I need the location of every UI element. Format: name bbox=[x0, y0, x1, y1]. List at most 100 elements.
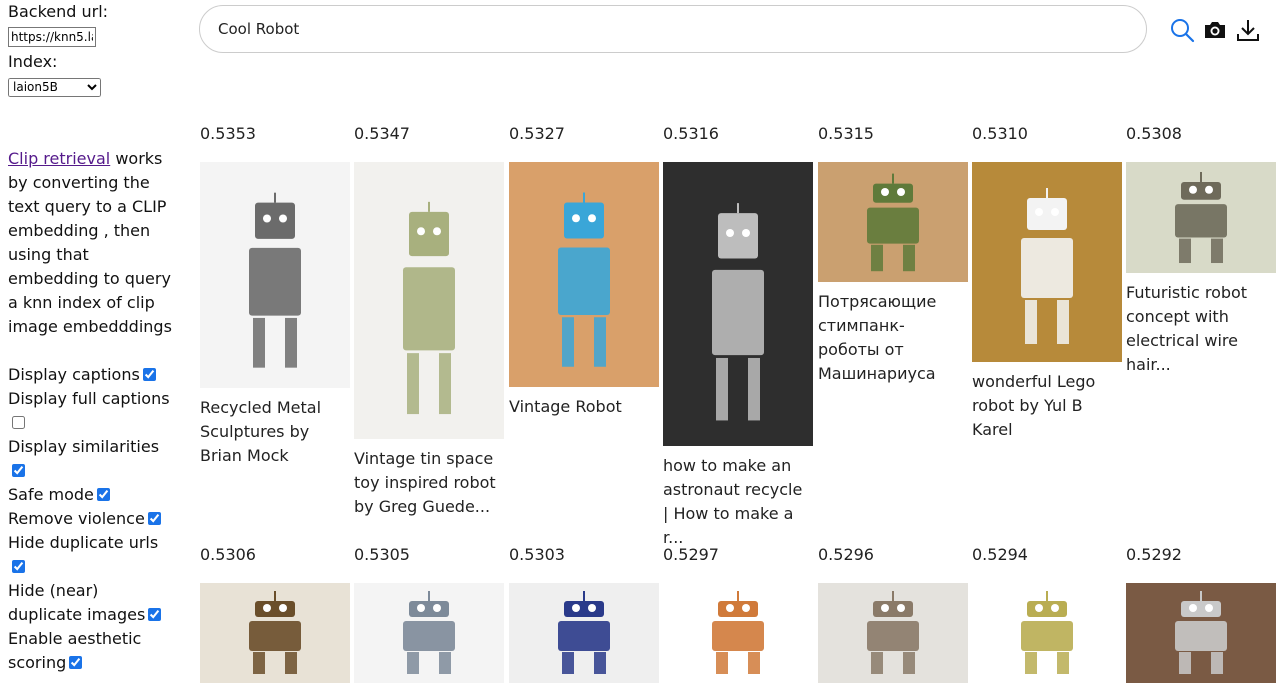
robot-image bbox=[818, 162, 968, 282]
result-image[interactable] bbox=[509, 162, 659, 387]
robot-image bbox=[354, 162, 504, 439]
similarity-score: 0.5297 bbox=[663, 545, 719, 564]
result-image[interactable] bbox=[972, 162, 1122, 362]
camera-icon[interactable] bbox=[1202, 17, 1228, 43]
option-hide-duplicate-urls: Hide duplicate urls bbox=[8, 531, 173, 555]
index-label: Index: bbox=[8, 52, 58, 71]
display-full-captions-row bbox=[8, 411, 173, 435]
result-card: 0.5305 bbox=[354, 543, 506, 683]
option-remove-violence: Remove violence bbox=[8, 507, 173, 531]
index-select[interactable]: laion5B bbox=[8, 77, 101, 97]
display-similarities-checkbox[interactable] bbox=[12, 464, 25, 477]
result-card: 0.5292 bbox=[1126, 543, 1278, 683]
result-card: 0.5306 bbox=[200, 543, 352, 683]
search-bar bbox=[199, 5, 1147, 53]
remove-violence-checkbox[interactable] bbox=[147, 512, 161, 525]
robot-image bbox=[818, 583, 968, 683]
safe-mode-label: Safe mode bbox=[8, 485, 94, 504]
result-image[interactable] bbox=[509, 583, 659, 683]
result-card: 0.5347 Vintage tin space toy inspired ro… bbox=[354, 122, 506, 516]
similarity-score: 0.5294 bbox=[972, 545, 1028, 564]
similarity-score: 0.5308 bbox=[1126, 124, 1182, 143]
result-caption: Recycled Metal Sculptures by Brian Mock bbox=[200, 398, 322, 465]
result-caption: how to make an astronaut recycle | How t… bbox=[663, 456, 803, 547]
option-display-similarities: Display similarities bbox=[8, 435, 173, 459]
result-image[interactable] bbox=[818, 583, 968, 683]
display-full-captions-checkbox[interactable] bbox=[12, 416, 25, 429]
result-card: 0.5315 Потрясающие стимпанк-роботы от Ма… bbox=[818, 122, 970, 383]
display-similarities-label: Display similarities bbox=[8, 437, 160, 456]
hide-duplicate-urls-row bbox=[8, 555, 173, 579]
robot-image bbox=[509, 583, 659, 683]
description: Clip retrieval works by converting the t… bbox=[8, 147, 173, 339]
option-display-full-captions: Display full captions bbox=[8, 387, 173, 411]
similarity-score: 0.5303 bbox=[509, 545, 565, 564]
result-image[interactable] bbox=[354, 583, 504, 683]
option-enable-aesthetic: Enable aesthetic bbox=[8, 627, 173, 651]
result-card: 0.5294 bbox=[972, 543, 1124, 683]
enable-aesthetic-label-2: scoring bbox=[8, 653, 67, 672]
result-caption: Vintage tin space toy inspired robot by … bbox=[354, 449, 496, 516]
robot-image bbox=[200, 583, 350, 683]
similarity-score: 0.5310 bbox=[972, 124, 1028, 143]
similarity-score: 0.5296 bbox=[818, 545, 874, 564]
hide-near-duplicates-label-1: Hide (near) bbox=[8, 581, 99, 600]
robot-image bbox=[1126, 583, 1276, 683]
similarity-score: 0.5305 bbox=[354, 545, 410, 564]
display-captions-checkbox[interactable] bbox=[142, 368, 156, 381]
result-card: 0.5296 bbox=[818, 543, 970, 683]
option-hide-near-duplicates-2: duplicate images bbox=[8, 603, 173, 627]
options-list: Display captions Display full captions D… bbox=[8, 363, 173, 675]
similarity-score: 0.5315 bbox=[818, 124, 874, 143]
download-icon[interactable] bbox=[1235, 17, 1261, 43]
remove-violence-label: Remove violence bbox=[8, 509, 145, 528]
search-icon[interactable] bbox=[1169, 17, 1195, 43]
result-image[interactable] bbox=[200, 162, 350, 388]
similarity-score: 0.5353 bbox=[200, 124, 256, 143]
robot-image bbox=[663, 162, 813, 446]
display-captions-label: Display captions bbox=[8, 365, 140, 384]
similarity-score: 0.5347 bbox=[354, 124, 410, 143]
hide-near-duplicates-checkbox[interactable] bbox=[148, 608, 162, 621]
result-card: 0.5310 wonderful Lego robot by Yul B Kar… bbox=[972, 122, 1124, 439]
robot-image bbox=[354, 583, 504, 683]
result-caption: wonderful Lego robot by Yul B Karel bbox=[972, 372, 1096, 439]
robot-image bbox=[1126, 162, 1276, 273]
robot-image bbox=[200, 162, 350, 388]
robot-image bbox=[972, 583, 1122, 683]
enable-aesthetic-checkbox[interactable] bbox=[69, 656, 83, 669]
safe-mode-checkbox[interactable] bbox=[96, 488, 110, 501]
display-full-captions-label: Display full captions bbox=[8, 389, 170, 408]
result-image[interactable] bbox=[200, 583, 350, 683]
result-image[interactable] bbox=[354, 162, 504, 439]
similarity-score: 0.5316 bbox=[663, 124, 719, 143]
result-image[interactable] bbox=[1126, 162, 1276, 273]
result-image[interactable] bbox=[1126, 583, 1276, 683]
result-card: 0.5303 bbox=[509, 543, 661, 683]
result-image[interactable] bbox=[972, 583, 1122, 683]
hide-near-duplicates-label-2: duplicate images bbox=[8, 605, 146, 624]
result-caption: Futuristic robot concept with electrical… bbox=[1126, 283, 1248, 374]
hide-duplicate-urls-label: Hide duplicate urls bbox=[8, 533, 159, 552]
search-input[interactable] bbox=[216, 19, 1130, 39]
settings-panel: Backend url: Index: laion5B Clip retriev… bbox=[8, 0, 173, 675]
option-hide-near-duplicates: Hide (near) bbox=[8, 579, 173, 603]
hide-duplicate-urls-checkbox[interactable] bbox=[12, 560, 25, 573]
clip-retrieval-link[interactable]: Clip retrieval bbox=[8, 149, 110, 168]
result-image[interactable] bbox=[818, 162, 968, 282]
robot-image bbox=[509, 162, 659, 387]
result-card: 0.5297 bbox=[663, 543, 815, 683]
result-caption: Vintage Robot bbox=[509, 397, 622, 416]
result-card: 0.5316 how to make an astronaut recycle … bbox=[663, 122, 815, 547]
backend-url-input[interactable] bbox=[8, 27, 96, 47]
result-card: 0.5327 Vintage Robot bbox=[509, 122, 661, 416]
option-display-captions: Display captions bbox=[8, 363, 173, 387]
backend-url-label: Backend url: bbox=[8, 2, 109, 21]
similarity-score: 0.5292 bbox=[1126, 545, 1182, 564]
result-card: 0.5308 Futuristic robot concept with ele… bbox=[1126, 122, 1278, 374]
display-similarities-row bbox=[8, 459, 173, 483]
description-text: works by converting the text query to a … bbox=[8, 149, 172, 336]
result-image[interactable] bbox=[663, 162, 813, 446]
result-image[interactable] bbox=[663, 583, 813, 683]
enable-aesthetic-label-1: Enable aesthetic bbox=[8, 629, 142, 648]
